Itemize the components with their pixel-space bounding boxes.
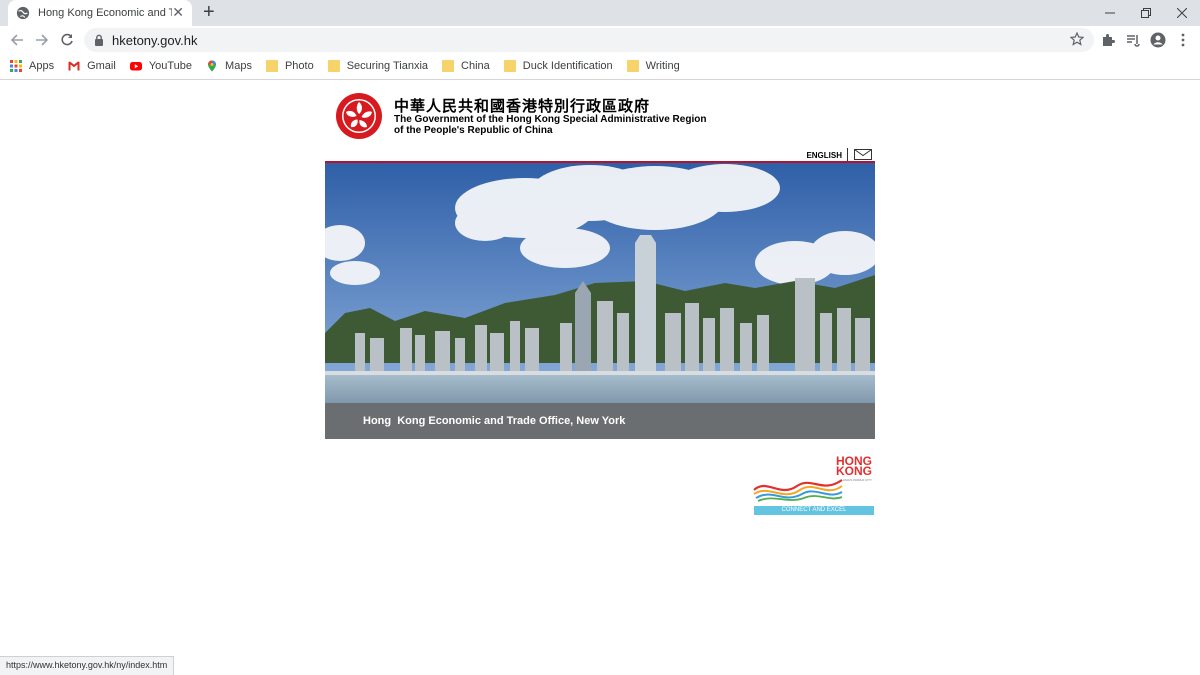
bookmark-label: Apps — [29, 60, 55, 72]
bookmark-folder-china[interactable]: China — [442, 60, 490, 72]
browser-toolbar: hketony.gov.hk — [0, 26, 1200, 54]
hong-kong-skyline-photo — [325, 163, 875, 403]
folder-icon — [442, 60, 455, 72]
reload-icon[interactable] — [57, 30, 77, 50]
brand-slogan-bar: CONNECT AND EXCEL — [754, 506, 874, 515]
folder-icon — [626, 60, 639, 72]
bookmark-label: YouTube — [148, 60, 193, 72]
bookmark-folder-photo[interactable]: Photo — [265, 60, 314, 72]
bookmark-youtube[interactable]: YouTube — [129, 60, 193, 72]
hero-caption-bar: Hong Kong Economic and Trade Office, New… — [325, 403, 875, 439]
brand-hong-kong-logo[interactable]: HONG KONG ASIA'S WORLD CITY CONNECT AND … — [752, 455, 874, 516]
forward-arrow-icon[interactable] — [32, 30, 52, 50]
bookmark-gmail[interactable]: Gmail — [68, 60, 116, 72]
brand-kong-text: KONG — [836, 464, 872, 478]
bookmark-label: Photo — [284, 60, 314, 72]
bookmarks-bar: Apps Gmail YouTube Maps Photo Securing T… — [0, 54, 1200, 78]
tab-title: Hong Kong Economic and Trade — [38, 7, 172, 19]
minimize-icon[interactable] — [1092, 0, 1128, 26]
close-tab-icon[interactable]: ✕ — [172, 5, 184, 19]
bookmark-label: Duck Identification — [522, 60, 613, 72]
url-text: hketony.gov.hk — [112, 32, 198, 48]
bookmark-maps[interactable]: Maps — [206, 60, 252, 72]
web-page: 中華人民共和國香港特別行政區政府 The Government of the H… — [0, 80, 1200, 675]
restore-icon[interactable] — [1128, 0, 1164, 26]
back-arrow-icon[interactable] — [7, 30, 27, 50]
bookmark-label: Writing — [645, 60, 680, 72]
mail-envelope-icon[interactable] — [854, 149, 872, 160]
folder-icon — [265, 60, 278, 72]
menu-kebab-icon[interactable] — [1174, 31, 1192, 49]
close-window-icon[interactable] — [1164, 0, 1200, 26]
folder-icon — [327, 60, 340, 72]
bookmark-label: Gmail — [87, 60, 116, 72]
lock-icon — [95, 34, 103, 46]
government-title-english-line2: of the People's Republic of China — [394, 125, 553, 136]
brand-dragon-ribbon-icon — [753, 479, 843, 502]
gmail-icon — [68, 61, 80, 71]
tab-strip: Hong Kong Economic and Trade ✕ + — [0, 0, 1200, 26]
bookmark-label: Maps — [225, 60, 252, 72]
bookmark-folder-writing[interactable]: Writing — [626, 60, 680, 72]
new-tab-icon[interactable]: + — [203, 2, 215, 22]
globe-icon — [16, 6, 30, 20]
folder-icon — [503, 60, 516, 72]
maps-icon — [208, 60, 217, 72]
office-name-caption: Hong Kong Economic and Trade Office, New… — [363, 415, 626, 427]
apps-grid-icon — [10, 60, 22, 72]
bookmark-folder-securing-tianxia[interactable]: Securing Tianxia — [327, 60, 429, 72]
bookmark-star-icon[interactable] — [1070, 32, 1084, 46]
profile-avatar-icon[interactable] — [1149, 31, 1167, 49]
brand-tagline: ASIA'S WORLD CITY — [842, 478, 872, 482]
hero-skyline-image — [325, 163, 875, 403]
link-separator — [847, 148, 848, 161]
government-title-chinese: 中華人民共和國香港特別行政區政府 — [394, 97, 651, 115]
english-link[interactable]: ENGLISH — [806, 151, 842, 160]
language-bar: ENGLISH — [325, 147, 875, 161]
bookmark-folder-duck-identification[interactable]: Duck Identification — [503, 60, 613, 72]
bookmark-label: China — [461, 60, 490, 72]
hksar-emblem-icon — [336, 93, 382, 139]
bookmark-apps[interactable]: Apps — [10, 60, 54, 72]
status-bar-url: https://www.hketony.gov.hk/ny/index.htm — [0, 656, 175, 675]
address-bar[interactable]: hketony.gov.hk — [84, 28, 1094, 52]
youtube-icon — [129, 62, 142, 71]
browser-tab[interactable]: Hong Kong Economic and Trade ✕ — [8, 0, 192, 26]
browser-chrome: Hong Kong Economic and Trade ✕ + hketony… — [0, 0, 1200, 81]
bookmark-label: Securing Tianxia — [346, 60, 429, 72]
reading-list-icon[interactable] — [1124, 31, 1142, 49]
government-title-english-line1: The Government of the Hong Kong Special … — [394, 114, 707, 125]
extensions-puzzle-icon[interactable] — [1099, 31, 1117, 49]
